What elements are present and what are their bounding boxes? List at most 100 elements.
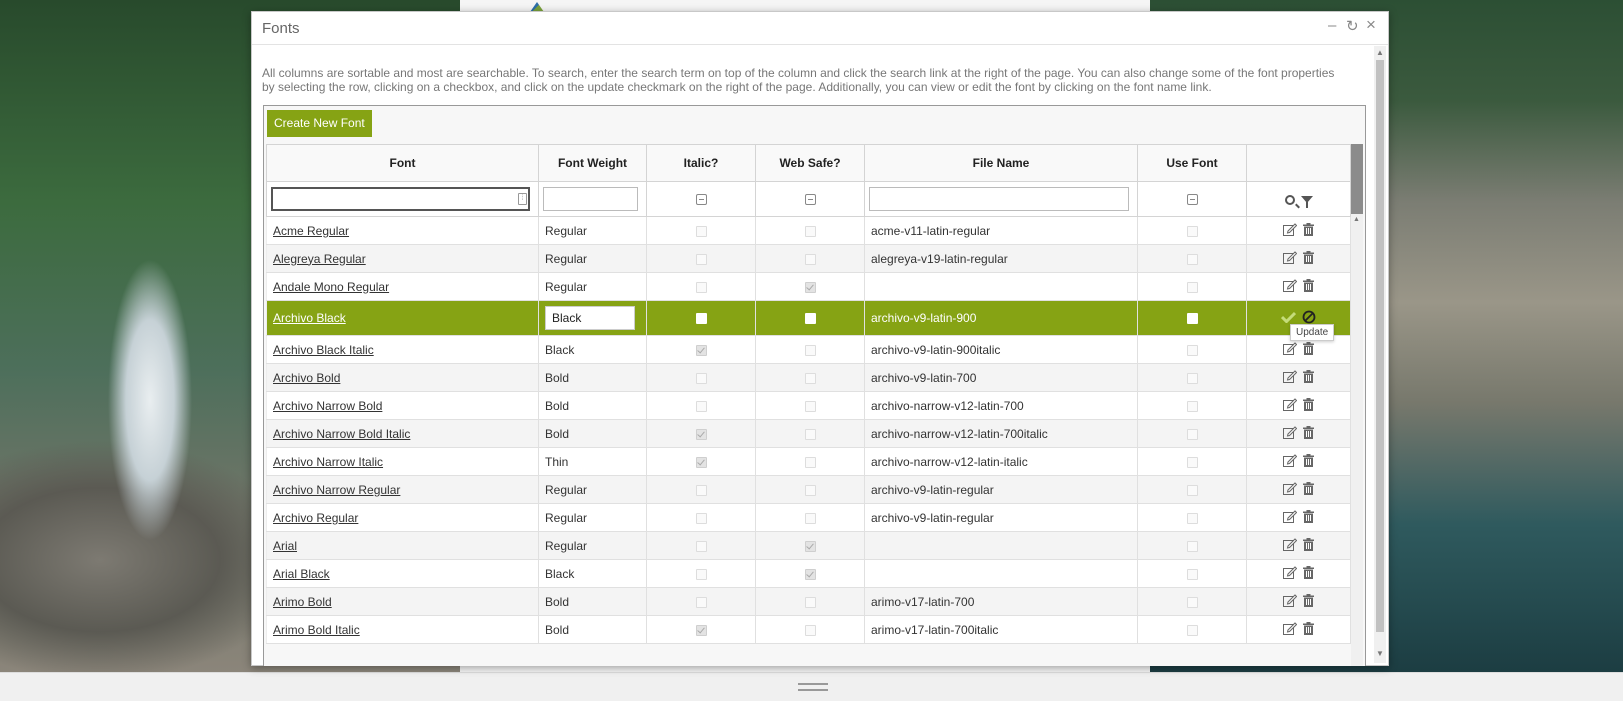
font-name-link[interactable]: Arimo Bold Italic bbox=[273, 623, 360, 637]
italic-checkbox[interactable] bbox=[695, 512, 707, 524]
edit-icon[interactable] bbox=[1283, 509, 1298, 526]
scroll-up-icon[interactable]: ▲ bbox=[1376, 48, 1384, 57]
web-safe-checkbox[interactable] bbox=[804, 281, 816, 293]
table-row[interactable]: Archivo Black Italic Black archivo-v9-lati… bbox=[266, 335, 1351, 364]
web-safe-checkbox[interactable] bbox=[804, 372, 816, 384]
grid-scroll-up-icon[interactable]: ▲ bbox=[1353, 216, 1360, 223]
font-name-link[interactable]: Arimo Bold bbox=[273, 595, 332, 609]
use-font-filter-checkbox[interactable] bbox=[1186, 194, 1198, 206]
web-safe-checkbox[interactable] bbox=[804, 568, 816, 580]
font-name-link[interactable]: Archivo Narrow Bold bbox=[273, 399, 382, 413]
web-safe-checkbox[interactable] bbox=[804, 596, 816, 608]
web-safe-checkbox[interactable] bbox=[804, 400, 816, 412]
edit-icon[interactable] bbox=[1283, 341, 1298, 358]
trash-icon[interactable] bbox=[1303, 593, 1314, 610]
italic-checkbox[interactable] bbox=[695, 484, 707, 496]
trash-icon[interactable] bbox=[1303, 341, 1314, 358]
font-name-link[interactable]: Alegreya Regular bbox=[273, 252, 366, 266]
italic-checkbox[interactable] bbox=[695, 253, 707, 265]
table-row[interactable]: Andale Mono Regular Regular bbox=[266, 272, 1351, 301]
italic-checkbox[interactable] bbox=[695, 568, 707, 580]
use-font-checkbox[interactable] bbox=[1186, 428, 1198, 440]
font-name-link[interactable]: Arial Black bbox=[273, 567, 330, 581]
trash-icon[interactable] bbox=[1303, 509, 1314, 526]
font-name-link[interactable]: Archivo Bold bbox=[273, 371, 340, 385]
table-row[interactable]: Archivo Narrow Bold Italic Bold archivo-na… bbox=[266, 419, 1351, 448]
web-safe-checkbox[interactable] bbox=[804, 225, 816, 237]
italic-checkbox[interactable] bbox=[695, 596, 707, 608]
italic-checkbox[interactable] bbox=[695, 344, 707, 356]
trash-icon[interactable] bbox=[1303, 565, 1314, 582]
font-name-link[interactable]: Archivo Regular bbox=[273, 511, 358, 525]
web-safe-checkbox[interactable] bbox=[804, 624, 816, 636]
edit-icon[interactable] bbox=[1283, 453, 1298, 470]
font-name-link[interactable]: Andale Mono Regular bbox=[273, 280, 389, 294]
web-safe-checkbox[interactable] bbox=[804, 313, 816, 325]
web-safe-checkbox[interactable] bbox=[804, 512, 816, 524]
italic-checkbox[interactable] bbox=[695, 281, 707, 293]
web-safe-checkbox[interactable] bbox=[804, 344, 816, 356]
column-header-file-name[interactable]: File Name bbox=[864, 144, 1138, 182]
edit-icon[interactable] bbox=[1283, 565, 1298, 582]
font-name-link[interactable]: Archivo Narrow Regular bbox=[273, 483, 400, 497]
web-safe-checkbox[interactable] bbox=[804, 456, 816, 468]
italic-checkbox[interactable] bbox=[695, 428, 707, 440]
font-name-link[interactable]: Archivo Black bbox=[273, 311, 346, 325]
column-header-italic[interactable]: Italic? bbox=[646, 144, 756, 182]
trash-icon[interactable] bbox=[1303, 425, 1314, 442]
trash-icon[interactable] bbox=[1303, 537, 1314, 554]
table-row[interactable]: Acme Regular Regular acme-v11-latin-regula… bbox=[266, 216, 1351, 245]
web-safe-filter-checkbox[interactable] bbox=[804, 194, 816, 206]
restore-icon[interactable]: ↻ bbox=[1346, 17, 1359, 35]
edit-icon[interactable] bbox=[1283, 278, 1298, 295]
edit-icon[interactable] bbox=[1283, 621, 1298, 638]
dialog-scrollbar[interactable]: ▲ ▼ bbox=[1374, 46, 1386, 663]
web-safe-checkbox[interactable] bbox=[804, 540, 816, 552]
edit-icon[interactable] bbox=[1283, 537, 1298, 554]
edit-icon[interactable] bbox=[1283, 397, 1298, 414]
use-font-checkbox[interactable] bbox=[1186, 372, 1198, 384]
use-font-checkbox[interactable] bbox=[1186, 540, 1198, 552]
edit-icon[interactable] bbox=[1283, 369, 1298, 386]
trash-icon[interactable] bbox=[1303, 250, 1314, 267]
edit-icon[interactable] bbox=[1283, 425, 1298, 442]
trash-icon[interactable] bbox=[1303, 278, 1314, 295]
use-font-checkbox[interactable] bbox=[1186, 344, 1198, 356]
web-safe-checkbox[interactable] bbox=[804, 253, 816, 265]
column-header-use-font[interactable]: Use Font bbox=[1137, 144, 1247, 182]
trash-icon[interactable] bbox=[1303, 621, 1314, 638]
use-font-checkbox[interactable] bbox=[1186, 400, 1198, 412]
font-name-link[interactable]: Arial bbox=[273, 539, 297, 553]
scroll-down-icon[interactable]: ▼ bbox=[1376, 649, 1384, 658]
use-font-checkbox[interactable] bbox=[1186, 253, 1198, 265]
dialog-scrollbar-thumb[interactable] bbox=[1376, 60, 1384, 632]
font-name-link[interactable]: Archivo Narrow Italic bbox=[273, 455, 383, 469]
grid-scrollbar[interactable]: ▲ bbox=[1351, 144, 1363, 666]
italic-checkbox[interactable] bbox=[695, 624, 707, 636]
filter-icon[interactable] bbox=[1300, 196, 1313, 209]
trash-icon[interactable] bbox=[1303, 222, 1314, 239]
table-row[interactable]: Alegreya Regular Regular alegreya-v19-lati… bbox=[266, 244, 1351, 273]
italic-checkbox[interactable] bbox=[695, 225, 707, 237]
table-row[interactable]: Arimo Bold Bold arimo-v17-latin-700 bbox=[266, 587, 1351, 616]
italic-checkbox[interactable] bbox=[695, 400, 707, 412]
font-name-link[interactable]: Acme Regular bbox=[273, 224, 349, 238]
table-row[interactable]: Archivo Narrow Bold Bold archivo-narrow-v1… bbox=[266, 391, 1351, 420]
use-font-checkbox[interactable] bbox=[1186, 225, 1198, 237]
column-header-web-safe[interactable]: Web Safe? bbox=[755, 144, 865, 182]
table-row[interactable]: Arial Black Black bbox=[266, 559, 1351, 588]
italic-checkbox[interactable] bbox=[695, 372, 707, 384]
table-row[interactable]: Archivo Black archivo-v9-latin-900 bbox=[266, 300, 1351, 336]
use-font-checkbox[interactable] bbox=[1186, 281, 1198, 293]
column-header-font-weight[interactable]: Font Weight bbox=[538, 144, 647, 182]
italic-checkbox[interactable] bbox=[695, 313, 707, 325]
create-new-font-button[interactable]: Create New Font bbox=[267, 110, 372, 137]
font-weight-filter-input[interactable] bbox=[543, 187, 638, 211]
font-filter-input[interactable] bbox=[271, 187, 530, 211]
edit-icon[interactable] bbox=[1283, 222, 1298, 239]
table-row[interactable]: Arimo Bold Italic Bold arimo-v17-latin-700… bbox=[266, 615, 1351, 644]
use-font-checkbox[interactable] bbox=[1186, 484, 1198, 496]
use-font-checkbox[interactable] bbox=[1186, 568, 1198, 580]
table-row[interactable]: Archivo Regular Regular archivo-v9-latin-r… bbox=[266, 503, 1351, 532]
column-header-font[interactable]: Font bbox=[266, 144, 539, 182]
